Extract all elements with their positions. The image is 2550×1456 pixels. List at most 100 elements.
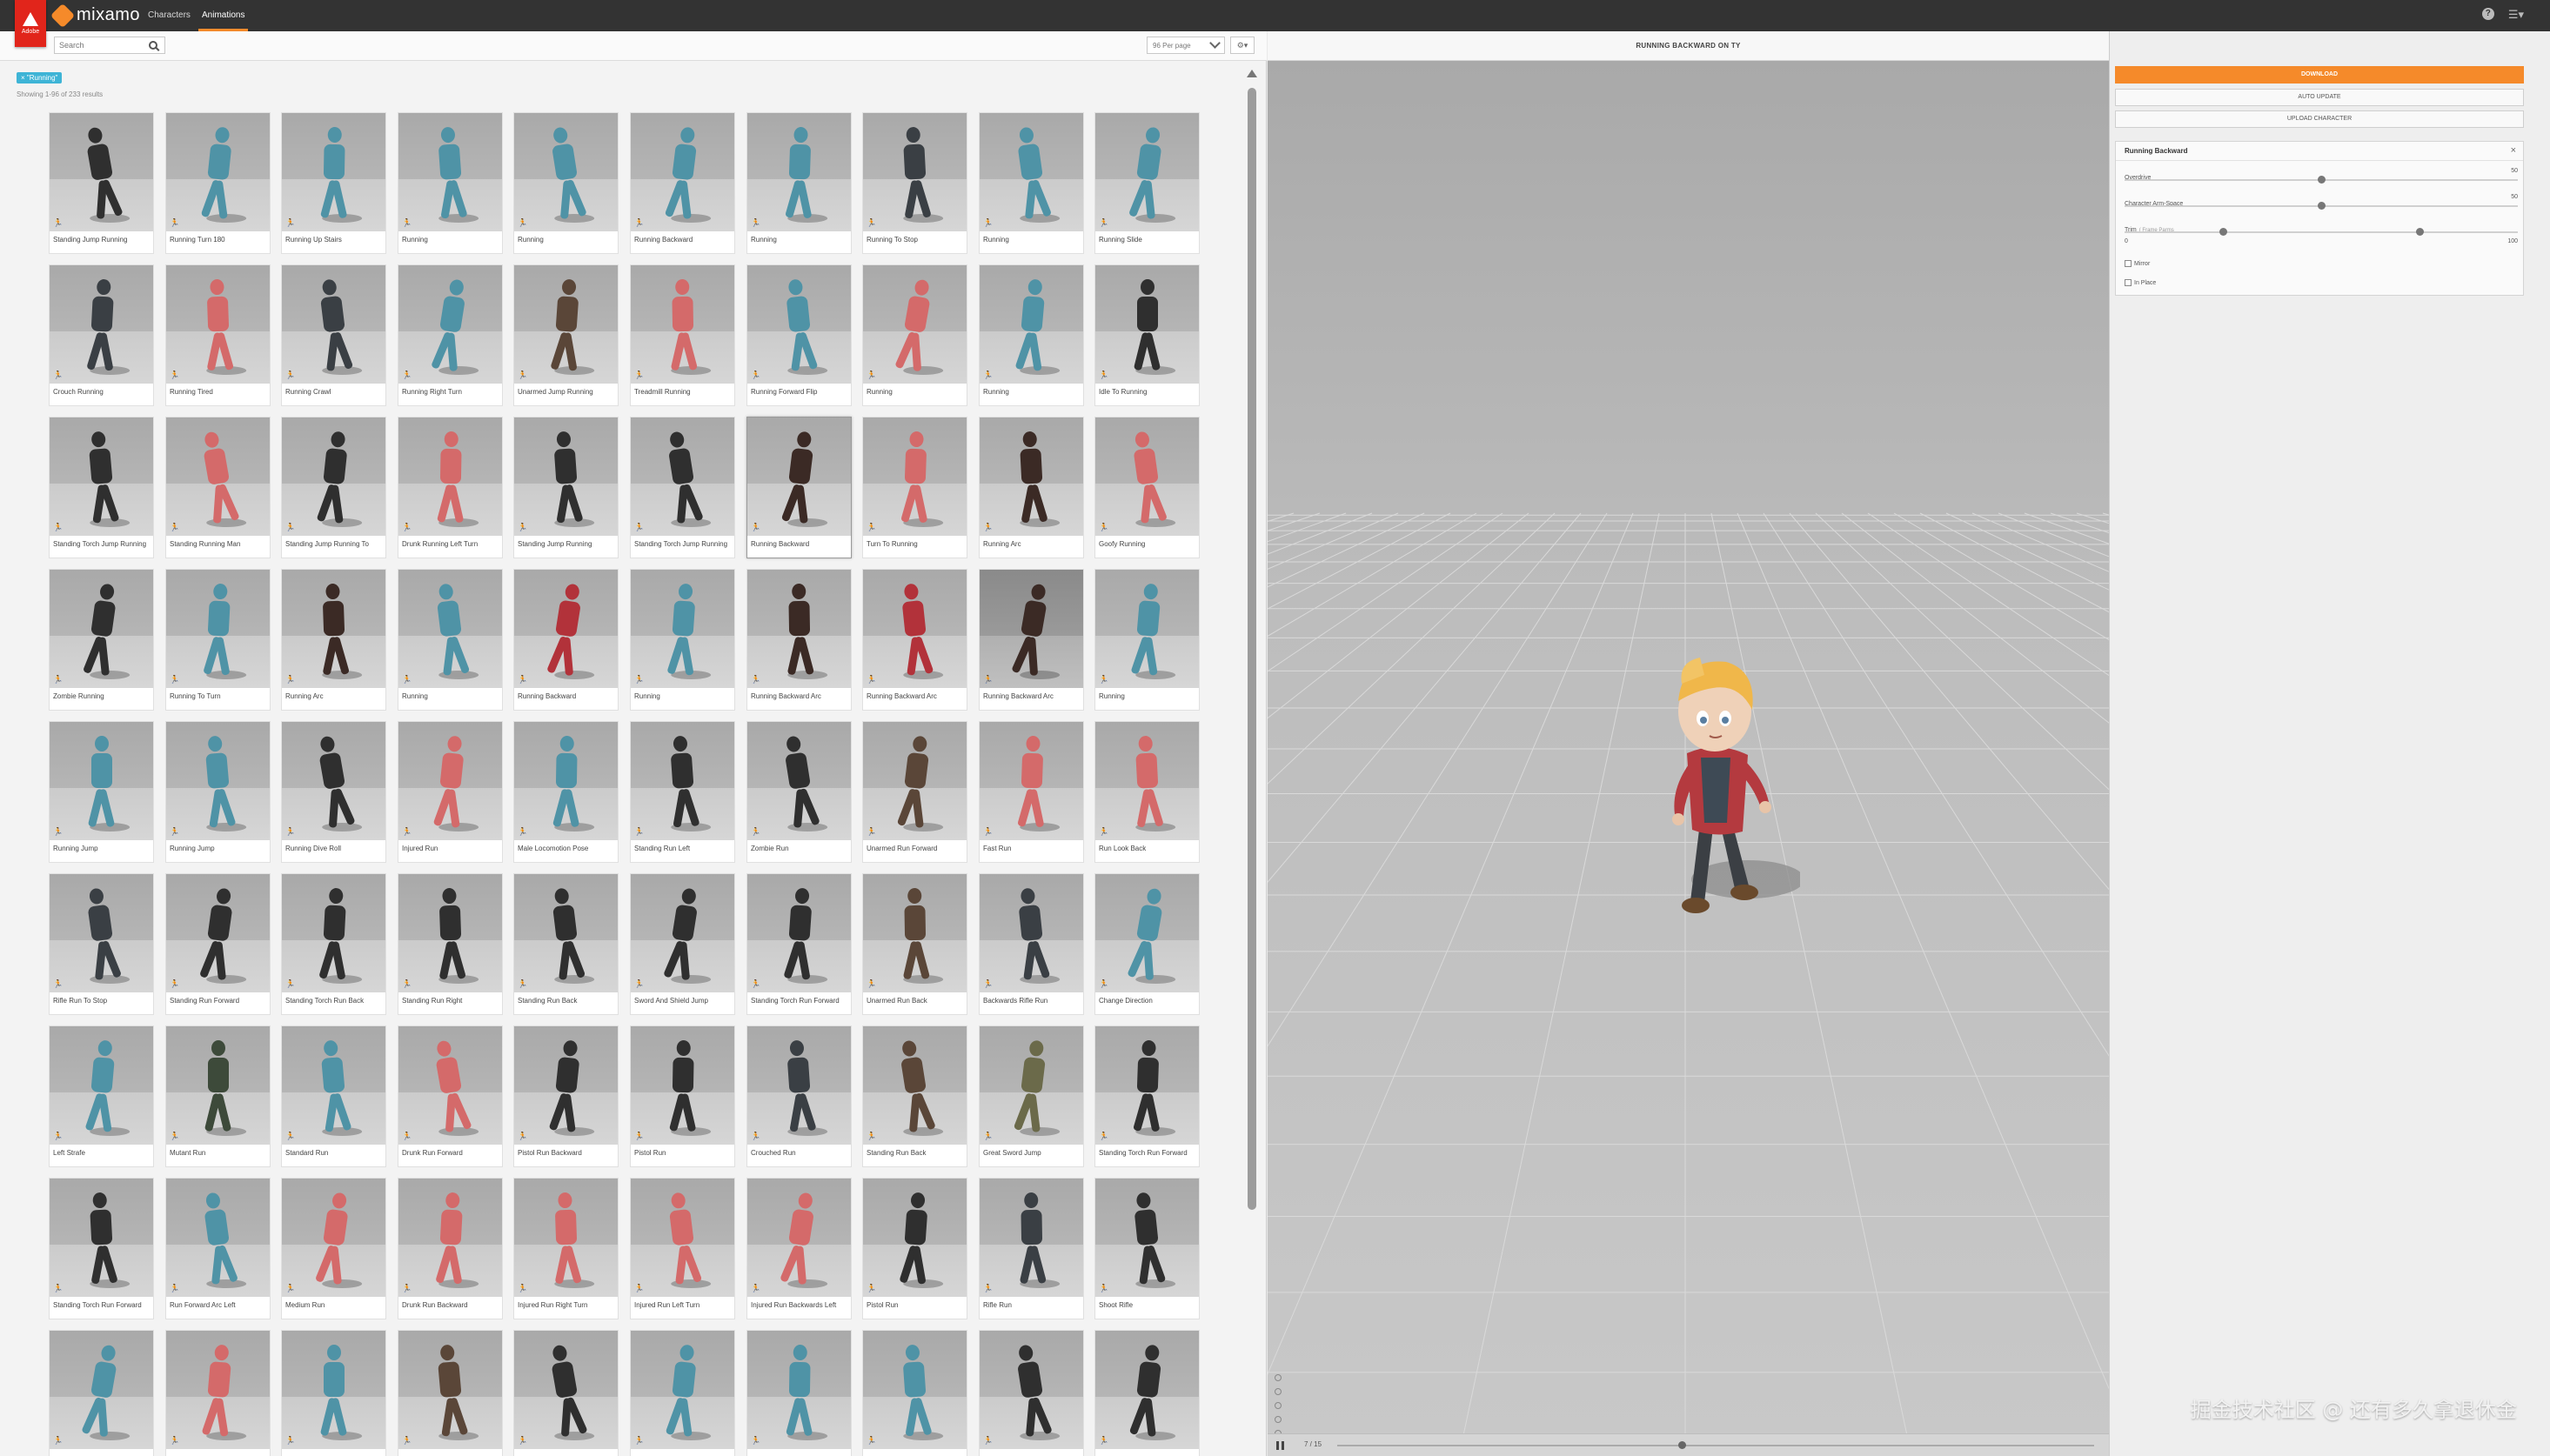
grid-scrollbar[interactable]	[1246, 66, 1258, 1456]
pan-tool-icon[interactable]	[1275, 1402, 1282, 1409]
trim-end-knob[interactable]	[2416, 228, 2424, 236]
animation-tile[interactable]: 🏃	[49, 1330, 154, 1456]
animation-tile[interactable]: 🏃 Standing Run Right	[398, 873, 503, 1015]
animation-tile[interactable]: 🏃 Injured Run Left Turn	[630, 1178, 735, 1319]
animation-tile[interactable]: 🏃 Fast Run	[979, 721, 1084, 863]
brand[interactable]: mixamo	[50, 3, 140, 28]
animation-tile[interactable]: 🏃 Zombie Run	[746, 721, 852, 863]
search-box[interactable]	[54, 37, 165, 54]
close-icon[interactable]: ×	[2511, 145, 2516, 156]
animation-tile[interactable]: 🏃 Zombie Running	[49, 569, 154, 711]
animation-tile[interactable]: 🏃 Running	[979, 112, 1084, 254]
animation-tile[interactable]: 🏃 Pistol Run	[862, 1178, 967, 1319]
animation-tile[interactable]: 🏃 Standing Torch Run Forward	[49, 1178, 154, 1319]
animation-tile[interactable]: 🏃	[1094, 1330, 1200, 1456]
animation-tile[interactable]: 🏃 Rifle Run	[979, 1178, 1084, 1319]
search-icon[interactable]	[149, 41, 157, 50]
animation-tile[interactable]: 🏃 Running Slide	[1094, 112, 1200, 254]
3d-stage[interactable]: 7 / 15	[1268, 61, 2109, 1456]
per-page-select[interactable]: 96 Per page	[1147, 37, 1225, 54]
animation-tile[interactable]: 🏃 Rifle Run To Stop	[49, 873, 154, 1015]
animation-tile[interactable]: 🏃 Running Forward Flip	[746, 264, 852, 406]
scroll-thumb[interactable]	[1248, 88, 1256, 1210]
animation-tile[interactable]: 🏃	[862, 1330, 967, 1456]
animation-tile[interactable]: 🏃 Standing Jump Running	[49, 112, 154, 254]
animation-tile[interactable]: 🏃 Running	[630, 569, 735, 711]
animation-tile[interactable]: 🏃 Pistol Run	[630, 1025, 735, 1167]
menu-icon[interactable]: ☰▾	[2508, 8, 2524, 22]
animation-tile[interactable]: 🏃 Medium Run	[281, 1178, 386, 1319]
animation-tile[interactable]: 🏃	[398, 1330, 503, 1456]
search-input[interactable]	[55, 41, 147, 50]
filter-tag-running[interactable]: × "Running"	[17, 72, 63, 83]
animation-tile[interactable]: 🏃 Injured Run	[398, 721, 503, 863]
tab-characters[interactable]: Characters	[144, 0, 194, 31]
animation-tile[interactable]: 🏃 Running Backward	[746, 417, 852, 558]
tab-animations[interactable]: Animations	[198, 0, 249, 31]
animation-tile[interactable]: 🏃	[165, 1330, 271, 1456]
animation-tile[interactable]: 🏃	[746, 1330, 852, 1456]
animation-tile[interactable]: 🏃 Running	[979, 264, 1084, 406]
settings-dropdown-button[interactable]: ⚙▾	[1230, 37, 1255, 54]
animation-tile[interactable]: 🏃 Standing Jump Running	[513, 417, 619, 558]
animation-tile[interactable]: 🏃 Goofy Running	[1094, 417, 1200, 558]
scroll-up-arrow-icon[interactable]	[1247, 70, 1257, 77]
upload-character-button[interactable]: UPLOAD CHARACTER	[2115, 110, 2524, 128]
animation-tile[interactable]: 🏃 Running	[513, 112, 619, 254]
animation-tile[interactable]: 🏃 Drunk Running Left Turn	[398, 417, 503, 558]
animation-tile[interactable]: 🏃 Run Forward Arc Left	[165, 1178, 271, 1319]
animation-tile[interactable]: 🏃 Standing Running Man	[165, 417, 271, 558]
download-button[interactable]: DOWNLOAD	[2115, 66, 2524, 83]
animation-tile[interactable]: 🏃 Running Backward Arc	[979, 569, 1084, 711]
animation-tile[interactable]: 🏃 Unarmed Run Back	[862, 873, 967, 1015]
animation-tile[interactable]: 🏃 Running	[862, 264, 967, 406]
animation-tile[interactable]: 🏃	[281, 1330, 386, 1456]
animation-tile[interactable]: 🏃 Running To Stop	[862, 112, 967, 254]
animation-tile[interactable]: 🏃 Pistol Run Backward	[513, 1025, 619, 1167]
animation-tile[interactable]: 🏃 Standing Run Back	[513, 873, 619, 1015]
animation-tile[interactable]: 🏃 Injured Run Right Turn	[513, 1178, 619, 1319]
zoom-tool-icon[interactable]	[1275, 1388, 1282, 1395]
animation-tile[interactable]: 🏃 Mutant Run	[165, 1025, 271, 1167]
animation-tile[interactable]: 🏃 Running	[746, 112, 852, 254]
animation-tile[interactable]: 🏃 Running Backward Arc	[746, 569, 852, 711]
animation-tile[interactable]: 🏃	[979, 1330, 1084, 1456]
auto-update-button[interactable]: AUTO UPDATE	[2115, 89, 2524, 106]
overdrive-slider[interactable]	[2125, 176, 2518, 184]
animation-tile[interactable]: 🏃 Standing Torch Run Back	[281, 873, 386, 1015]
mirror-option[interactable]: Mirror	[2125, 260, 2150, 267]
animation-tile[interactable]: 🏃 Running Dive Roll	[281, 721, 386, 863]
animation-tile[interactable]: 🏃 Running Tired	[165, 264, 271, 406]
animation-tile[interactable]: 🏃	[630, 1330, 735, 1456]
animation-tile[interactable]: 🏃 Run Look Back	[1094, 721, 1200, 863]
animation-tile[interactable]: 🏃 Treadmill Running	[630, 264, 735, 406]
animation-tile[interactable]: 🏃 Running Arc	[281, 569, 386, 711]
trim-slider[interactable]	[2125, 228, 2518, 236]
trim-start-knob[interactable]	[2219, 228, 2227, 236]
animation-tile[interactable]: 🏃 Running	[398, 112, 503, 254]
animation-tile[interactable]: 🏃 Running Turn 180	[165, 112, 271, 254]
animation-tile[interactable]: 🏃 Unarmed Run Forward	[862, 721, 967, 863]
animation-tile[interactable]: 🏃 Backwards Rifle Run	[979, 873, 1084, 1015]
timeline-track[interactable]	[1337, 1441, 2094, 1449]
animation-tile[interactable]: 🏃 Crouch Running	[49, 264, 154, 406]
animation-tile[interactable]: 🏃 Left Strafe	[49, 1025, 154, 1167]
animation-tile[interactable]: 🏃 Standing Run Forward	[165, 873, 271, 1015]
rotate-tool-icon[interactable]	[1275, 1416, 1282, 1423]
animation-tile[interactable]: 🏃 Change Direction	[1094, 873, 1200, 1015]
animation-tile[interactable]: 🏃 Running Backward	[513, 569, 619, 711]
animation-tile[interactable]: 🏃 Standing Torch Run Forward	[1094, 1025, 1200, 1167]
animation-tile[interactable]: 🏃 Standing Torch Run Forward	[746, 873, 852, 1015]
animation-tile[interactable]: 🏃 Standing Run Back	[862, 1025, 967, 1167]
animation-tile[interactable]: 🏃 Idle To Running	[1094, 264, 1200, 406]
animation-tile[interactable]: 🏃 Running Right Turn	[398, 264, 503, 406]
animation-tile[interactable]: 🏃 Great Sword Jump	[979, 1025, 1084, 1167]
arm-space-slider[interactable]	[2125, 202, 2518, 210]
arm-space-value[interactable]: 50	[2511, 194, 2518, 200]
adobe-logo[interactable]: Adobe	[15, 0, 46, 47]
animation-tile[interactable]: 🏃 Standard Run	[281, 1025, 386, 1167]
animation-tile[interactable]: 🏃 Drunk Run Backward	[398, 1178, 503, 1319]
animation-tile[interactable]: 🏃 Shoot Rifle	[1094, 1178, 1200, 1319]
animation-tile[interactable]: 🏃 Sword And Shield Jump	[630, 873, 735, 1015]
pause-icon[interactable]	[1276, 1441, 1284, 1450]
